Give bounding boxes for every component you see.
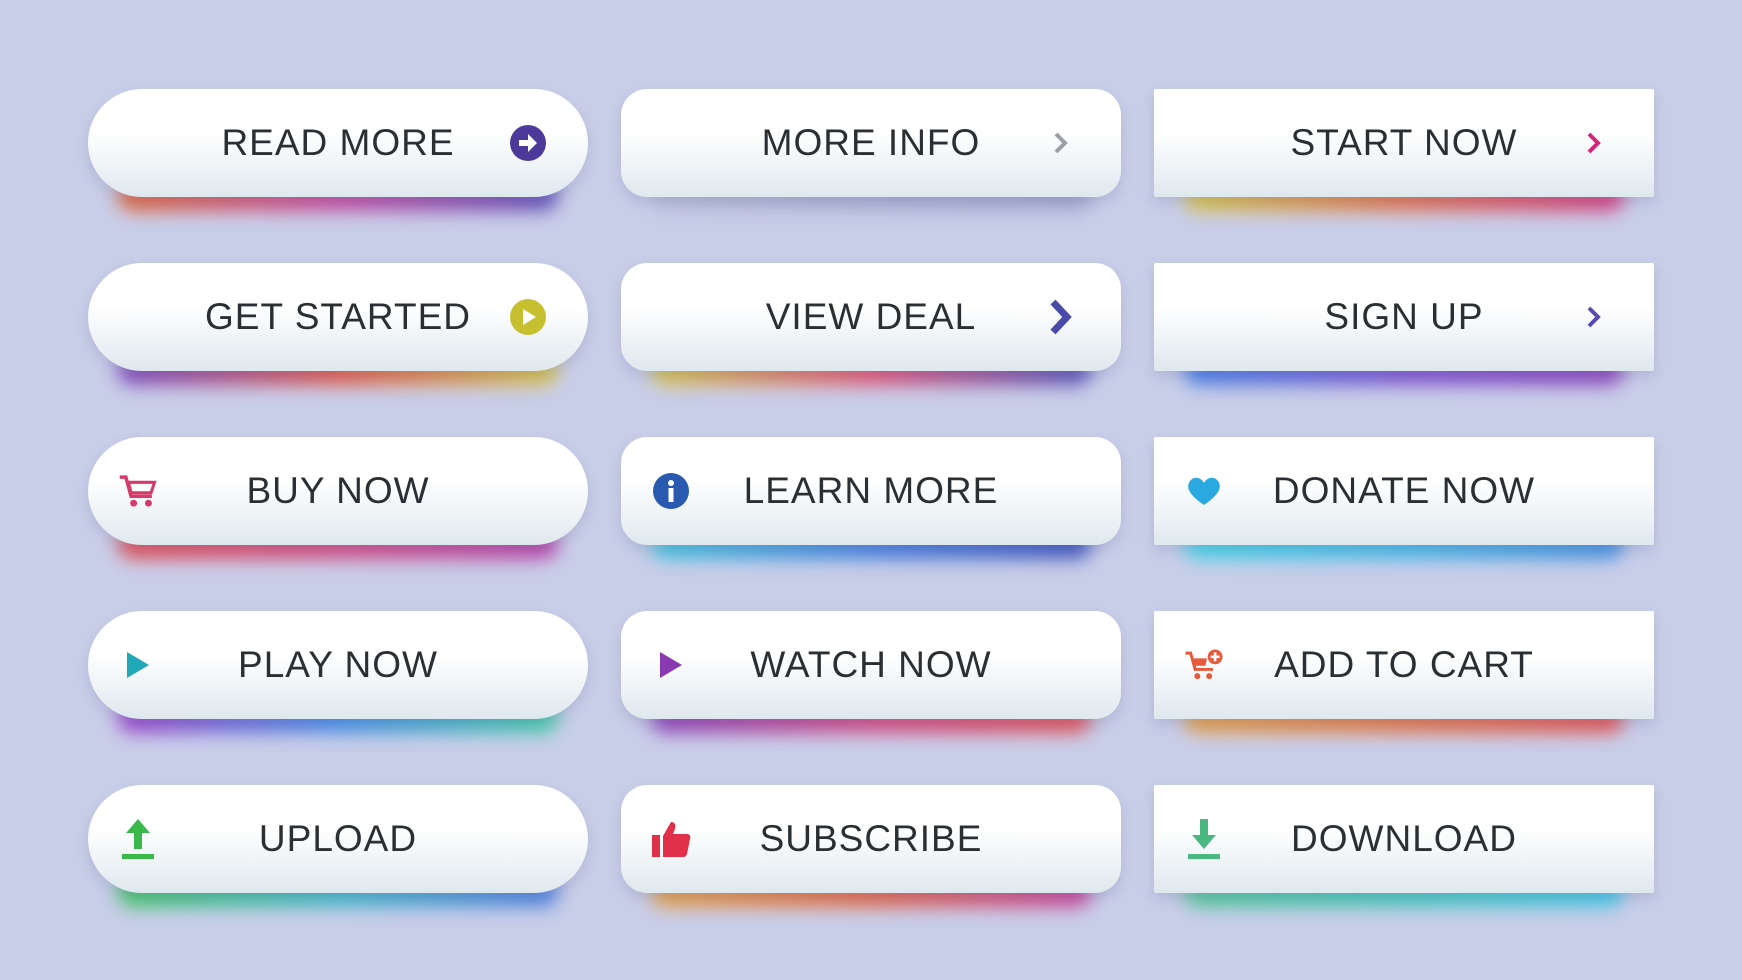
add-to-cart-button[interactable]: ADD TO CART bbox=[1154, 611, 1654, 733]
upload-icon bbox=[118, 819, 158, 859]
button-label: DONATE NOW bbox=[1272, 470, 1536, 511]
learn-more-button[interactable]: LEARN MORE bbox=[621, 437, 1121, 559]
cart-plus-icon bbox=[1184, 645, 1224, 685]
cart-icon bbox=[118, 471, 158, 511]
chevron-right-bold-icon bbox=[1041, 297, 1081, 337]
button-label: BUY NOW bbox=[246, 470, 430, 511]
play-now-button[interactable]: PLAY NOW bbox=[88, 611, 588, 733]
info-circle-icon bbox=[651, 471, 691, 511]
button-label: DOWNLOAD bbox=[1291, 818, 1517, 859]
chevron-right-icon bbox=[1574, 297, 1614, 337]
button-label: SUBSCRIBE bbox=[759, 818, 983, 859]
buy-now-button[interactable]: BUY NOW bbox=[88, 437, 588, 559]
watch-now-button[interactable]: WATCH NOW bbox=[621, 611, 1121, 733]
view-deal-button[interactable]: VIEW DEAL bbox=[621, 263, 1121, 385]
chevron-right-icon bbox=[1041, 123, 1081, 163]
download-button[interactable]: DOWNLOAD bbox=[1154, 785, 1654, 907]
play-circle-icon bbox=[508, 297, 548, 337]
heart-icon bbox=[1184, 471, 1224, 511]
arrow-circle-right-icon bbox=[508, 123, 548, 163]
chevron-right-icon bbox=[1574, 123, 1614, 163]
download-icon bbox=[1184, 819, 1224, 859]
button-label: PLAY NOW bbox=[238, 644, 438, 685]
button-label: ADD TO CART bbox=[1274, 644, 1534, 685]
sign-up-button[interactable]: SIGN UP bbox=[1154, 263, 1654, 385]
play-icon bbox=[118, 645, 158, 685]
subscribe-button[interactable]: SUBSCRIBE bbox=[621, 785, 1121, 907]
read-more-button[interactable]: READ MORE bbox=[88, 89, 588, 211]
button-label: LEARN MORE bbox=[743, 470, 999, 511]
donate-now-button[interactable]: DONATE NOW bbox=[1154, 437, 1654, 559]
button-label: UPLOAD bbox=[258, 818, 418, 859]
start-now-button[interactable]: START NOW bbox=[1154, 89, 1654, 211]
thumbs-up-icon bbox=[651, 819, 691, 859]
more-info-button[interactable]: MORE INFO bbox=[621, 89, 1121, 211]
get-started-button[interactable]: GET STARTED bbox=[88, 263, 588, 385]
upload-button[interactable]: UPLOAD bbox=[88, 785, 588, 907]
button-label: WATCH NOW bbox=[750, 644, 992, 685]
play-icon bbox=[651, 645, 691, 685]
